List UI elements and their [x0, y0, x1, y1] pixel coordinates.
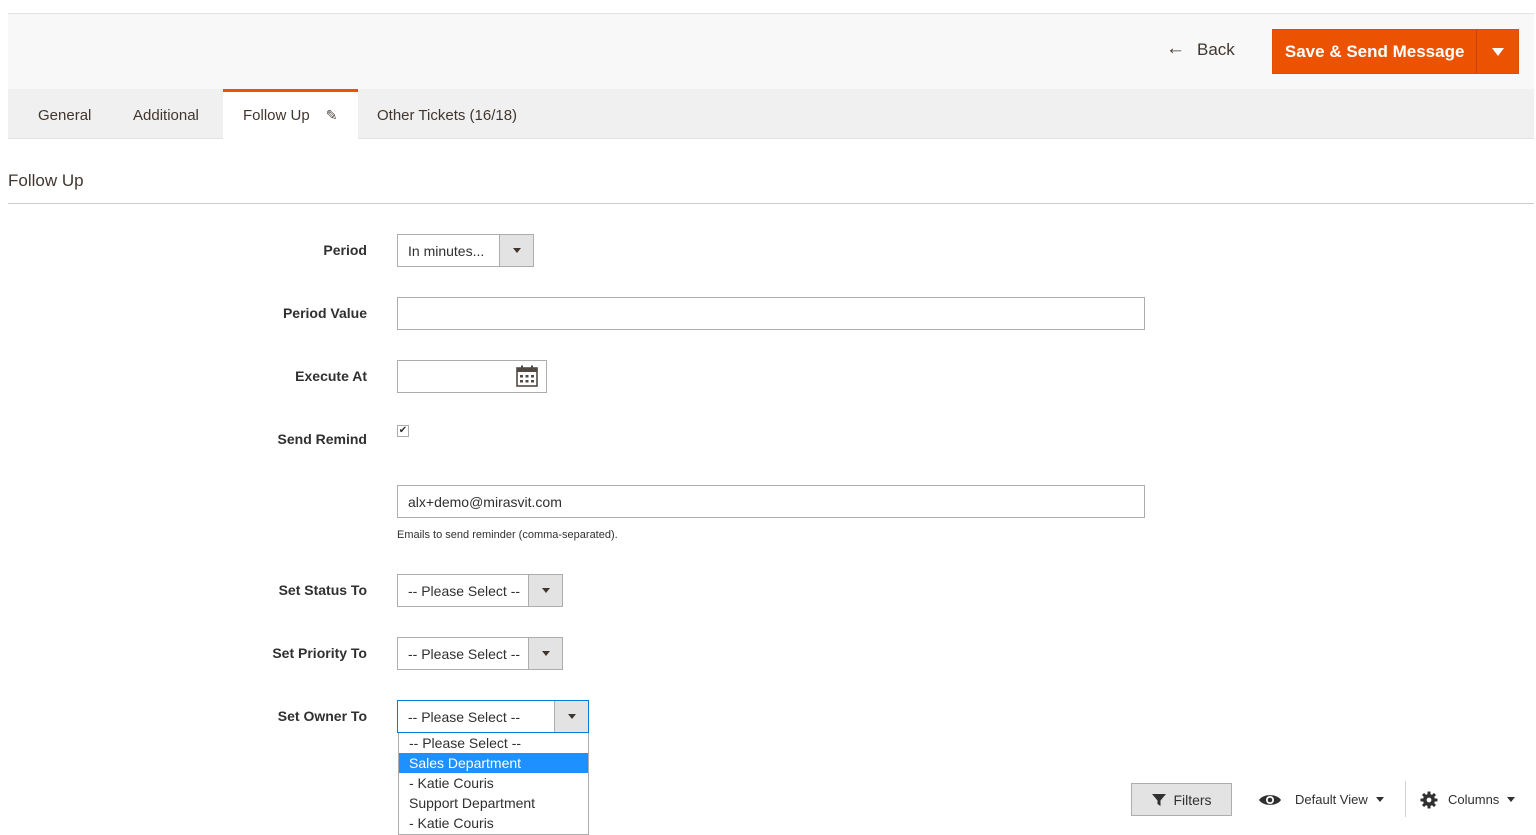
set-status-select[interactable]: -- Please Select --: [397, 574, 563, 607]
section-divider: [8, 203, 1534, 204]
back-button[interactable]: ← Back: [1166, 26, 1235, 74]
caret-down-icon: [1375, 797, 1384, 802]
columns-button[interactable]: Columns: [1420, 783, 1516, 816]
caret-down-icon: [541, 588, 550, 593]
owner-option[interactable]: -- Please Select --: [399, 733, 588, 753]
tab-label: Other Tickets (16/18): [377, 107, 518, 124]
eye-icon: [1259, 794, 1281, 805]
save-send-message-button[interactable]: Save & Send Message: [1273, 30, 1476, 73]
owner-option[interactable]: - Katie Couris: [399, 773, 588, 793]
arrow-left-icon: ←: [1166, 38, 1185, 59]
set-owner-label: Set Owner To: [277, 708, 367, 724]
set-status-label: Set Status To: [278, 582, 367, 598]
set-status-toggle: [528, 575, 562, 606]
owner-option[interactable]: Support Department: [399, 793, 588, 813]
filters-button[interactable]: Filters: [1131, 783, 1232, 816]
period-select-toggle: [499, 235, 533, 266]
columns-label: Columns: [1448, 792, 1500, 807]
pencil-icon: ✎: [325, 107, 338, 123]
tab-other-tickets[interactable]: Other Tickets (16/18): [377, 89, 517, 139]
set-owner-value: -- Please Select --: [408, 708, 521, 725]
period-value-label: Period Value: [282, 305, 367, 321]
set-status-value: -- Please Select --: [408, 582, 521, 599]
default-view-label: Default View: [1295, 792, 1368, 807]
period-value-input[interactable]: [397, 297, 1145, 330]
tabs-bar: General Additional Follow Up ✎ Other Tic…: [8, 89, 1534, 139]
filters-label: Filters: [1173, 791, 1212, 808]
tab-additional[interactable]: Additional: [133, 89, 199, 139]
tab-label: Additional: [133, 107, 199, 124]
set-owner-select[interactable]: -- Please Select --: [397, 700, 589, 733]
period-select-value: In minutes...: [408, 242, 485, 259]
set-priority-label: Set Priority To: [272, 645, 367, 661]
default-view-switcher[interactable]: Default View: [1258, 783, 1384, 816]
toolbar-divider: [1405, 781, 1406, 817]
filter-icon: [1152, 793, 1167, 806]
tab-label: Follow Up: [243, 107, 310, 124]
page-root: ← Back Save & Send Message General Addit…: [0, 0, 1536, 835]
period-select[interactable]: In minutes...: [397, 234, 534, 267]
send-remind-checkbox[interactable]: ✔: [397, 425, 409, 437]
caret-down-icon: [567, 714, 576, 719]
period-label: Period: [323, 242, 367, 258]
caret-down-icon: [1491, 47, 1504, 56]
caret-down-icon: [1507, 797, 1516, 802]
set-priority-value: -- Please Select --: [408, 645, 521, 662]
send-remind-label: Send Remind: [277, 431, 367, 447]
set-priority-toggle: [528, 638, 562, 669]
caret-down-icon: [512, 248, 521, 253]
back-label: Back: [1197, 40, 1235, 59]
gear-icon: [1420, 791, 1438, 808]
section-title: Follow Up: [8, 171, 84, 190]
save-split-button: Save & Send Message: [1272, 29, 1519, 74]
set-owner-toggle: [554, 701, 588, 732]
owner-option[interactable]: - Katie Couris: [399, 813, 588, 833]
tab-follow-up[interactable]: Follow Up ✎: [223, 89, 358, 139]
remind-emails-input[interactable]: alx+demo@mirasvit.com: [397, 485, 1145, 518]
calendar-icon[interactable]: [515, 364, 539, 388]
set-priority-select[interactable]: -- Please Select --: [397, 637, 563, 670]
tab-label: General: [38, 107, 92, 124]
owner-dropdown-list: -- Please Select -- Sales Department - K…: [398, 733, 589, 835]
tab-general[interactable]: General: [38, 89, 91, 139]
owner-option[interactable]: Sales Department: [399, 753, 588, 773]
execute-at-label: Execute At: [295, 368, 367, 384]
save-options-toggle[interactable]: [1476, 30, 1518, 73]
caret-down-icon: [541, 651, 550, 656]
remind-emails-note: Emails to send reminder (comma-separated…: [397, 529, 618, 541]
